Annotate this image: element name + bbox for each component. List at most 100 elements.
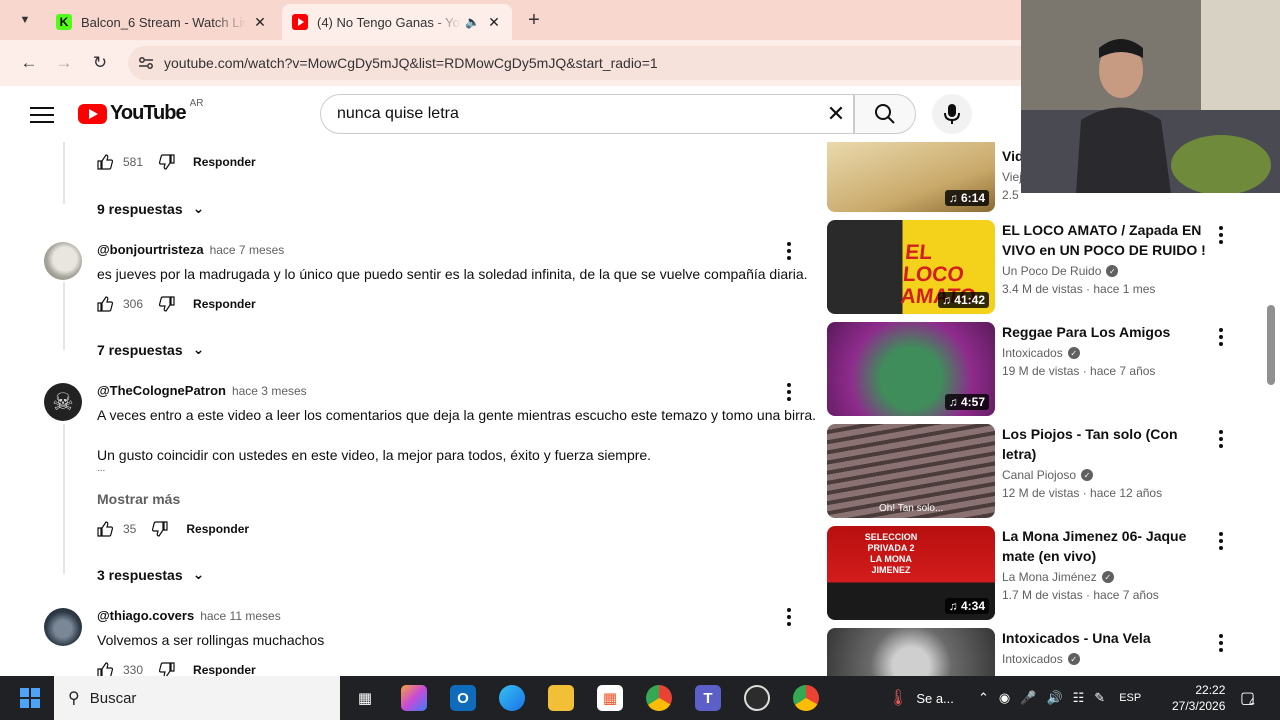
youtube-logo[interactable]: YouTube AR — [78, 98, 203, 125]
volume-icon[interactable]: 🔊 — [1046, 690, 1062, 706]
site-info-icon[interactable] — [128, 56, 164, 70]
tab-search-dropdown-icon[interactable]: ▼ — [14, 10, 36, 30]
scrollbar-thumb[interactable] — [1267, 305, 1275, 385]
replies-toggle[interactable]: 9 respuestas ⌄ — [97, 200, 204, 217]
notifications-button[interactable]: ▢ 4 — [1240, 676, 1255, 720]
search-input[interactable]: nunca quise letra ✕ — [320, 94, 854, 134]
tab-balcon-stream[interactable]: K Balcon_6 Stream - Watch Live o ✕ — [46, 4, 278, 40]
related-video[interactable]: Oh! Tan solo... Los Piojos - Tan solo (C… — [827, 424, 1267, 518]
reply-button[interactable]: Responder — [193, 155, 256, 169]
close-tab-icon[interactable]: ✕ — [252, 14, 268, 31]
channel-name[interactable]: La Mona Jiménez ✓ — [1002, 570, 1207, 584]
chrome-icon[interactable] — [646, 685, 672, 711]
dislike-icon[interactable] — [159, 662, 175, 676]
show-more-link[interactable]: Mostrar más — [97, 491, 180, 507]
video-thumbnail[interactable]: ♫ 6:14 — [827, 142, 995, 212]
taskbar-search-input[interactable]: ⚲ Buscar — [54, 676, 340, 720]
video-thumbnail[interactable]: ♫ 4:57 — [827, 322, 995, 416]
reply-button[interactable]: Responder — [193, 297, 256, 311]
comment-author[interactable]: @TheColognePatron — [97, 383, 226, 398]
edge-icon[interactable] — [499, 685, 525, 711]
channel-name[interactable]: Intoxicados ✓ — [1002, 346, 1207, 360]
more-options-icon[interactable] — [785, 383, 793, 401]
network-icon[interactable]: ☷ — [1073, 690, 1085, 706]
related-video[interactable]: EL LOCOAMATO ♫ 41:42 EL LOCO AMATO / Zap… — [827, 220, 1267, 314]
copilot-icon[interactable] — [401, 685, 427, 711]
channel-name[interactable]: Canal Piojoso ✓ — [1002, 468, 1207, 482]
task-view-icon[interactable]: ▦ — [352, 685, 378, 711]
channel-name[interactable]: Un Poco De Ruido ✓ — [1002, 264, 1207, 278]
dislike-icon[interactable] — [152, 521, 168, 537]
related-video[interactable]: SELECCION PRIVADA 2 LA MONA JIMENEZ ♫ 4:… — [827, 526, 1267, 620]
dislike-icon[interactable] — [159, 154, 175, 170]
comment-author[interactable]: @bonjourtristeza — [97, 242, 204, 257]
comment-time[interactable]: hace 7 meses — [210, 243, 285, 257]
video-thumbnail[interactable]: SELECCION PRIVADA 2 LA MONA JIMENEZ ♫ 4:… — [827, 526, 995, 620]
video-thumbnail[interactable]: EL LOCOAMATO ♫ 41:42 — [827, 220, 995, 314]
more-options-icon[interactable] — [785, 242, 793, 260]
more-options-icon[interactable] — [1217, 328, 1225, 346]
more-options-icon[interactable] — [785, 608, 793, 626]
language-indicator[interactable]: ESP — [1119, 692, 1141, 704]
more-options-icon[interactable] — [1217, 226, 1225, 244]
new-tab-button[interactable]: + — [522, 8, 546, 32]
menu-icon[interactable] — [30, 104, 54, 124]
reply-button[interactable]: Responder — [193, 663, 256, 676]
pen-icon[interactable]: ✎ — [1094, 690, 1105, 706]
camera-icon[interactable]: ◉ — [999, 690, 1010, 706]
video-title[interactable]: Reggae Para Los Amigos — [1002, 322, 1207, 342]
more-options-icon[interactable] — [1217, 634, 1225, 652]
weather-icon[interactable]: 🌡 — [888, 688, 908, 708]
back-arrow-icon[interactable]: ← — [16, 50, 42, 76]
like-icon[interactable] — [97, 154, 113, 170]
windows-start-icon[interactable] — [20, 688, 40, 708]
microphone-icon[interactable]: 🎤 — [1020, 690, 1036, 706]
video-title[interactable]: EL LOCO AMATO / Zapada EN VIVO en UN POC… — [1002, 220, 1207, 260]
forward-arrow-icon[interactable]: → — [51, 50, 77, 76]
chevron-up-icon[interactable]: ⌃ — [978, 690, 989, 706]
more-options-icon[interactable] — [1217, 532, 1225, 550]
outlook-icon[interactable]: O — [450, 685, 476, 711]
video-info: EL LOCO AMATO / Zapada EN VIVO en UN POC… — [1002, 220, 1207, 296]
video-thumbnail[interactable]: Oh! Tan solo... — [827, 424, 995, 518]
url-field[interactable]: youtube.com/watch?v=MowCgDy5mJQ&list=RDM… — [128, 46, 1021, 80]
weather-label[interactable]: Se a... — [916, 691, 954, 706]
replies-toggle[interactable]: 3 respuestas ⌄ — [97, 566, 204, 583]
tray-icons: ⌃ ◉ 🎤 🔊 ☷ ✎ ESP — [978, 676, 1141, 720]
replies-toggle[interactable]: 7 respuestas ⌄ — [97, 341, 204, 358]
obs-icon[interactable] — [744, 685, 770, 711]
clear-search-icon[interactable]: ✕ — [819, 101, 853, 127]
related-video[interactable]: ♫ 4:57 Reggae Para Los Amigos Intoxicado… — [827, 322, 1267, 416]
video-title[interactable]: La Mona Jimenez 06- Jaque mate (en vivo) — [1002, 526, 1207, 566]
voice-search-button[interactable] — [932, 94, 972, 134]
speaker-icon[interactable]: 🔈 — [465, 15, 480, 29]
avatar[interactable] — [44, 608, 82, 646]
teams-icon[interactable]: T — [695, 685, 721, 711]
comment-time[interactable]: hace 11 meses — [200, 609, 281, 623]
video-thumbnail[interactable] — [827, 628, 995, 676]
avatar[interactable] — [44, 242, 82, 280]
video-title[interactable]: Intoxicados - Una Vela — [1002, 628, 1207, 648]
related-video[interactable]: Intoxicados - Una Vela Intoxicados ✓ — [827, 628, 1267, 676]
reply-button[interactable]: Responder — [186, 522, 249, 536]
clock[interactable]: 22:22 27/3/2026 — [1172, 676, 1225, 720]
comment-actions: 306 Responder — [97, 296, 256, 312]
search-button[interactable] — [854, 94, 916, 134]
file-explorer-icon[interactable] — [548, 685, 574, 711]
close-tab-icon[interactable]: ✕ — [486, 14, 502, 31]
more-options-icon[interactable] — [1217, 430, 1225, 448]
like-icon[interactable] — [97, 662, 113, 676]
like-icon[interactable] — [97, 296, 113, 312]
chrome-active-icon[interactable] — [793, 685, 819, 711]
comment-author[interactable]: @thiago.covers — [97, 608, 194, 623]
reload-icon[interactable]: ↻ — [87, 50, 113, 76]
comment-time[interactable]: hace 3 meses — [232, 384, 307, 398]
microsoft-store-icon[interactable]: ▦ — [597, 685, 623, 711]
dislike-icon[interactable] — [159, 296, 175, 312]
comment-text: Volvemos a ser rollingas muchachos — [97, 632, 325, 648]
channel-name[interactable]: Intoxicados ✓ — [1002, 652, 1207, 666]
tab-youtube[interactable]: (4) No Tengo Ganas - YouTube 🔈 ✕ — [282, 4, 512, 40]
like-icon[interactable] — [97, 521, 113, 537]
avatar[interactable]: ☠ — [44, 383, 82, 421]
video-title[interactable]: Los Piojos - Tan solo (Con letra) — [1002, 424, 1207, 464]
